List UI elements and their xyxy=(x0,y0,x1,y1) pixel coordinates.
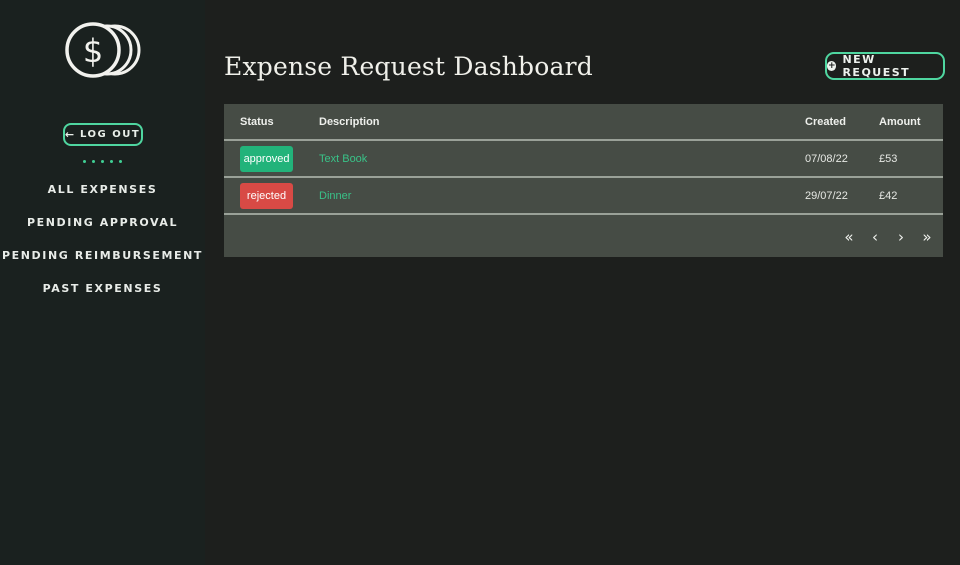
pagination: « ‹ › » xyxy=(841,229,935,245)
column-header-amount[interactable]: Amount xyxy=(879,104,943,141)
chevron-left-icon[interactable]: ‹ xyxy=(867,229,883,245)
logout-button[interactable]: ← LOG OUT xyxy=(62,123,143,146)
chevron-double-right-icon[interactable]: » xyxy=(919,229,935,245)
column-header-created[interactable]: Created xyxy=(805,104,879,141)
expense-table: Status Description Created Amount approv… xyxy=(224,104,943,215)
created-date: 07/08/22 xyxy=(805,140,879,178)
new-request-button[interactable]: + NEW REQUEST xyxy=(825,52,945,80)
sidebar-item-pending-approval[interactable]: PENDING APPROVAL xyxy=(27,216,178,230)
chevron-double-left-icon[interactable]: « xyxy=(841,229,857,245)
column-header-status[interactable]: Status xyxy=(224,104,319,141)
logout-label: LOG OUT xyxy=(80,129,141,140)
table-row[interactable]: approved Text Book 07/08/22 £53 xyxy=(224,140,943,178)
expense-description-link[interactable]: Dinner xyxy=(319,190,351,202)
amount: £53 xyxy=(879,140,943,178)
created-date: 29/07/22 xyxy=(805,177,879,215)
new-request-label: NEW REQUEST xyxy=(842,53,911,79)
sidebar-item-all-expenses[interactable]: ALL EXPENSES xyxy=(48,183,158,197)
plus-circle-icon: + xyxy=(827,61,837,71)
svg-text:$: $ xyxy=(82,32,102,70)
column-header-description[interactable]: Description xyxy=(319,104,805,141)
table-row[interactable]: rejected Dinner 29/07/22 £42 xyxy=(224,177,943,215)
page-title: Expense Request Dashboard xyxy=(224,52,593,81)
status-badge: rejected xyxy=(240,182,293,209)
sidebar-item-past-expenses[interactable]: PAST EXPENSES xyxy=(43,282,163,296)
app: $ ← LOG OUT ALL EXPENSES PENDING APPROVA… xyxy=(0,0,960,565)
sidebar-item-pending-reimbursement[interactable]: PENDING REIMBURSEMENT xyxy=(2,249,203,263)
sidebar-nav: ALL EXPENSES PENDING APPROVAL PENDING RE… xyxy=(2,183,203,296)
table-header-row: Status Description Created Amount xyxy=(224,104,943,141)
arrow-left-icon: ← xyxy=(64,128,75,141)
dollar-coins-icon: $ xyxy=(64,22,140,78)
expense-table-card: Status Description Created Amount approv… xyxy=(224,104,943,257)
status-badge: approved xyxy=(240,145,293,172)
sidebar: $ ← LOG OUT ALL EXPENSES PENDING APPROVA… xyxy=(0,0,205,565)
amount: £42 xyxy=(879,177,943,215)
dots-divider xyxy=(83,160,122,163)
expense-description-link[interactable]: Text Book xyxy=(319,153,367,165)
chevron-right-icon[interactable]: › xyxy=(893,229,909,245)
